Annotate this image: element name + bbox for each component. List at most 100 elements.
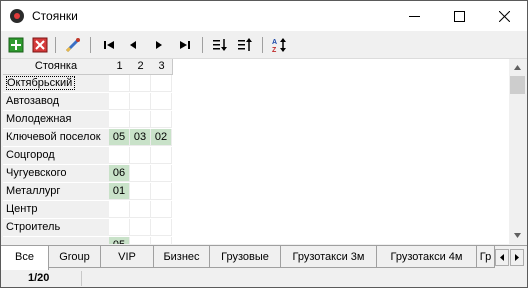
- add-icon: [8, 37, 24, 53]
- grid-cell[interactable]: [130, 237, 151, 244]
- grid-cell[interactable]: 05: [109, 129, 130, 146]
- toolbar-separator: [262, 37, 263, 53]
- close-button[interactable]: [482, 1, 527, 31]
- row-label[interactable]: Молодежная: [3, 111, 109, 128]
- delete-icon: [32, 37, 48, 53]
- main-window: Стоянки A Z Стоянка 1 2 3 Октябрьский Ав…: [0, 0, 528, 288]
- row-label[interactable]: Чугуевского: [3, 165, 109, 182]
- grid-cell[interactable]: [130, 201, 151, 218]
- grid-cell[interactable]: 05: [109, 237, 130, 244]
- delete-button[interactable]: [30, 35, 50, 55]
- row-label-text: Чугуевского: [6, 167, 67, 179]
- grid-cell[interactable]: [151, 201, 172, 218]
- grid-cell[interactable]: [109, 201, 130, 218]
- close-icon: [499, 11, 510, 22]
- tab-7[interactable]: Гр: [477, 246, 495, 268]
- grid-cell[interactable]: 03: [130, 129, 151, 146]
- row-label-text: Металлург: [6, 185, 61, 197]
- row-label[interactable]: Соцгород: [3, 147, 109, 164]
- row-label[interactable]: Строитель: [3, 219, 109, 236]
- tab-scroll-right-button[interactable]: [510, 249, 524, 266]
- grid-cell[interactable]: [151, 147, 172, 164]
- grid-cell[interactable]: [151, 219, 172, 236]
- row-label-text: Ключевой поселок: [6, 131, 101, 143]
- prev-record-button[interactable]: [123, 35, 143, 55]
- row-label[interactable]: Ключевой поселок: [3, 129, 109, 146]
- chevron-left-icon: [500, 254, 504, 261]
- row-label[interactable]: Металлург: [3, 183, 109, 200]
- tab-5[interactable]: Грузотакси 3м: [281, 246, 377, 268]
- sort-up-button[interactable]: [235, 35, 255, 55]
- next-record-button[interactable]: [149, 35, 169, 55]
- tab-1[interactable]: Group: [49, 246, 101, 268]
- first-record-icon: [104, 41, 114, 49]
- toolbar: AZ: [1, 32, 527, 59]
- edit-button[interactable]: [63, 35, 83, 55]
- sort-down-icon: [213, 39, 227, 51]
- app-icon: [10, 9, 24, 23]
- column-header-3[interactable]: 3: [151, 59, 173, 75]
- last-record-button[interactable]: [175, 35, 195, 55]
- svg-text:A: A: [272, 39, 277, 46]
- maximize-button[interactable]: [437, 1, 482, 31]
- first-record-button[interactable]: [99, 35, 119, 55]
- tab-6[interactable]: Грузотакси 4м: [377, 246, 477, 268]
- grid-cell[interactable]: [109, 75, 130, 92]
- grid-cell[interactable]: [109, 147, 130, 164]
- parking-grid[interactable]: Стоянка 123 Октябрьский Автозавод Молодежн…: [3, 59, 509, 244]
- grid-cell[interactable]: [109, 111, 130, 128]
- grid-cell[interactable]: [151, 93, 172, 110]
- status-separator: [81, 271, 82, 286]
- vertical-scrollbar[interactable]: [509, 59, 526, 244]
- grid-cell[interactable]: [130, 183, 151, 200]
- row-label-text: Строитель: [6, 221, 61, 233]
- grid-cell[interactable]: 06: [109, 165, 130, 182]
- grid-cell[interactable]: 02: [151, 129, 172, 146]
- grid-cell[interactable]: [130, 93, 151, 110]
- chevron-right-icon: [515, 254, 519, 261]
- grid-cell[interactable]: [151, 183, 172, 200]
- tab-scroll-left-button[interactable]: [495, 249, 509, 266]
- svg-text:Z: Z: [272, 47, 277, 53]
- status-bar: 1/20: [1, 270, 527, 287]
- row-label[interactable]: Октябрьский: [3, 75, 109, 92]
- grid-cell[interactable]: [130, 219, 151, 236]
- edit-icon: [65, 38, 80, 53]
- sort-up-icon: [238, 38, 252, 51]
- grid-cell[interactable]: [151, 75, 172, 92]
- grid-cell[interactable]: [109, 93, 130, 110]
- scroll-down-icon[interactable]: [509, 227, 526, 244]
- add-button[interactable]: [6, 35, 26, 55]
- scroll-up-icon[interactable]: [509, 59, 526, 76]
- row-label[interactable]: Центр: [3, 201, 109, 218]
- grid-cell[interactable]: [130, 111, 151, 128]
- grid-cell[interactable]: [130, 165, 151, 182]
- grid-cell[interactable]: [151, 165, 172, 182]
- column-header-parking[interactable]: Стоянка: [3, 59, 110, 75]
- toolbar-separator: [55, 37, 56, 53]
- maximize-icon: [454, 11, 465, 22]
- grid-cell[interactable]: 01: [109, 183, 130, 200]
- column-header-1[interactable]: 1: [109, 59, 131, 75]
- row-label-text: Молодежная: [6, 113, 72, 125]
- sort-alpha-button[interactable]: AZ: [270, 35, 290, 55]
- grid-cell[interactable]: [151, 237, 172, 244]
- tab-0[interactable]: Все: [1, 246, 49, 270]
- toolbar-separator: [90, 37, 91, 53]
- grid-cell[interactable]: [109, 219, 130, 236]
- sort-alpha-icon: AZ: [272, 38, 286, 53]
- row-label[interactable]: [3, 237, 109, 244]
- tab-3[interactable]: Бизнес: [154, 246, 210, 268]
- row-label[interactable]: Автозавод: [3, 93, 109, 110]
- column-header-2[interactable]: 2: [130, 59, 152, 75]
- window-title: Стоянки: [32, 9, 78, 23]
- tab-2[interactable]: VIP: [101, 246, 154, 268]
- grid-cell[interactable]: [151, 111, 172, 128]
- tab-4[interactable]: Грузовые: [210, 246, 281, 268]
- grid-cell[interactable]: [130, 75, 151, 92]
- minimize-button[interactable]: [392, 1, 437, 31]
- scroll-thumb[interactable]: [510, 76, 525, 94]
- grid-cell[interactable]: [130, 147, 151, 164]
- toolbar-separator: [202, 37, 203, 53]
- sort-down-button[interactable]: [210, 35, 230, 55]
